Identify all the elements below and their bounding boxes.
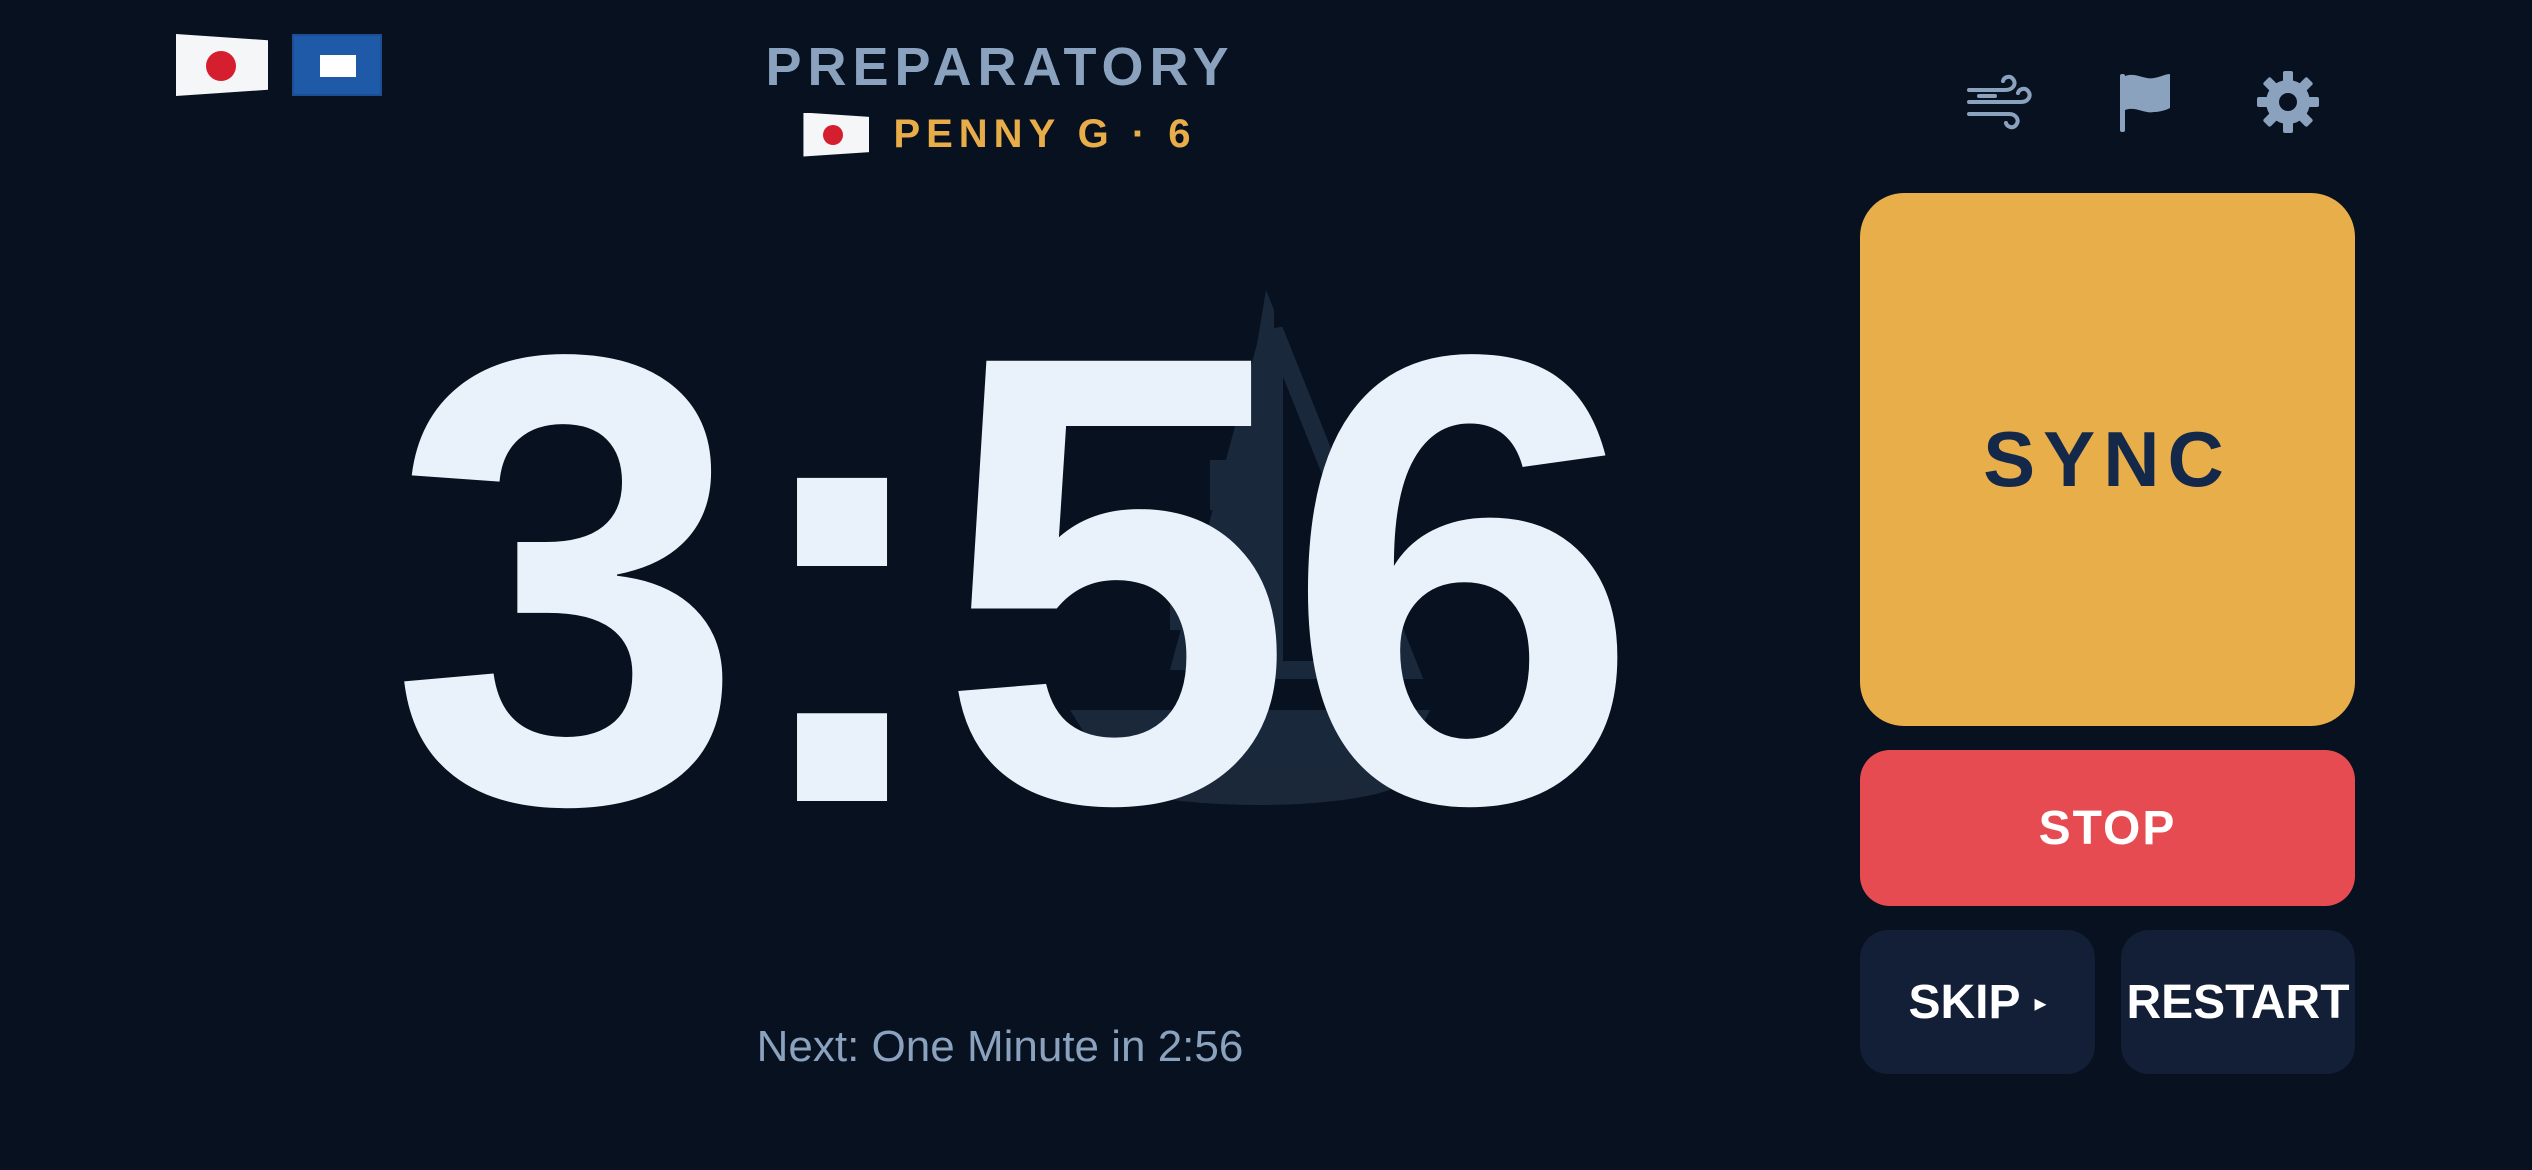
race-timer-screen: PREPARATORY PENNY G · 6 3:56 Next: One M… <box>0 0 2532 1170</box>
skip-button[interactable]: SKIP ▸ <box>1860 930 2095 1074</box>
restart-button[interactable]: RESTART <box>2121 930 2355 1074</box>
gear-icon[interactable] <box>2246 62 2330 142</box>
sync-button[interactable]: SYNC <box>1860 193 2355 726</box>
phase-title: PREPARATORY <box>765 37 1235 97</box>
pennant-flag-icon <box>803 112 870 157</box>
play-arrow-icon: ▸ <box>2034 990 2047 1017</box>
boat-line: PENNY G · 6 <box>0 112 2000 157</box>
wind-icon[interactable] <box>1958 62 2042 142</box>
skip-label: SKIP <box>1908 975 2021 1029</box>
flag-icon[interactable] <box>2102 62 2186 142</box>
countdown-display: 3:56 <box>389 222 1641 937</box>
next-phase-text: Next: One Minute in 2:56 <box>756 1022 1244 1071</box>
stop-button[interactable]: STOP <box>1860 750 2355 906</box>
boat-label: PENNY G · 6 <box>893 112 1197 156</box>
